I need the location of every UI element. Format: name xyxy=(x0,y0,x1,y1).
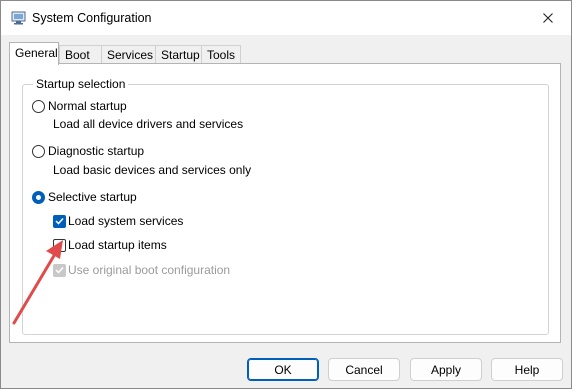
load-system-services-label: Load system services xyxy=(68,214,184,228)
selective-startup-label: Selective startup xyxy=(48,190,137,204)
diagnostic-startup-label: Diagnostic startup xyxy=(48,144,145,158)
close-button[interactable] xyxy=(525,1,571,35)
dialog-button-bar: OK Cancel Apply Help xyxy=(1,350,571,388)
load-system-services-checkbox[interactable] xyxy=(53,214,66,228)
tab-startup[interactable]: Startup xyxy=(155,45,202,64)
checkmark-icon xyxy=(55,266,64,274)
startup-selection-group: Startup selection Normal startup Load al… xyxy=(22,77,549,335)
tab-tools[interactable]: Tools xyxy=(201,45,241,64)
diagnostic-startup-description: Load basic devices and services only xyxy=(53,163,252,177)
diagnostic-startup-radio[interactable] xyxy=(32,144,45,158)
ok-button[interactable]: OK xyxy=(247,358,319,381)
load-startup-items-checkbox[interactable] xyxy=(53,238,66,252)
tab-general[interactable]: General xyxy=(9,42,59,65)
use-original-boot-config-label: Use original boot configuration xyxy=(68,263,231,277)
normal-startup-option[interactable]: Normal startup xyxy=(32,99,127,113)
use-original-boot-config-checkbox xyxy=(53,263,66,277)
apply-button[interactable]: Apply xyxy=(410,358,482,381)
load-startup-items-option[interactable]: Load startup items xyxy=(53,238,167,252)
normal-startup-label: Normal startup xyxy=(48,99,127,113)
load-system-services-option[interactable]: Load system services xyxy=(53,214,183,228)
help-button[interactable]: Help xyxy=(491,358,563,381)
checkmark-icon xyxy=(55,217,64,225)
general-tab-panel: Startup selection Normal startup Load al… xyxy=(9,63,561,343)
window-title: System Configuration xyxy=(32,11,152,25)
close-icon xyxy=(543,13,553,23)
tab-services[interactable]: Services xyxy=(101,45,157,64)
normal-startup-radio[interactable] xyxy=(32,99,45,113)
normal-startup-description: Load all device drivers and services xyxy=(53,117,244,131)
cancel-button[interactable]: Cancel xyxy=(328,358,400,381)
title-bar: System Configuration xyxy=(1,1,571,35)
selective-startup-option[interactable]: Selective startup xyxy=(32,190,137,204)
diagnostic-startup-option[interactable]: Diagnostic startup xyxy=(32,144,144,158)
use-original-boot-config-option: Use original boot configuration xyxy=(53,263,230,277)
selective-startup-radio[interactable] xyxy=(32,190,45,204)
system-configuration-window: System Configuration General Boot Servic… xyxy=(0,0,572,389)
startup-selection-legend: Startup selection xyxy=(33,77,129,91)
system-configuration-app-icon xyxy=(11,11,27,25)
tab-boot[interactable]: Boot xyxy=(59,45,102,64)
load-startup-items-label: Load startup items xyxy=(68,238,167,252)
